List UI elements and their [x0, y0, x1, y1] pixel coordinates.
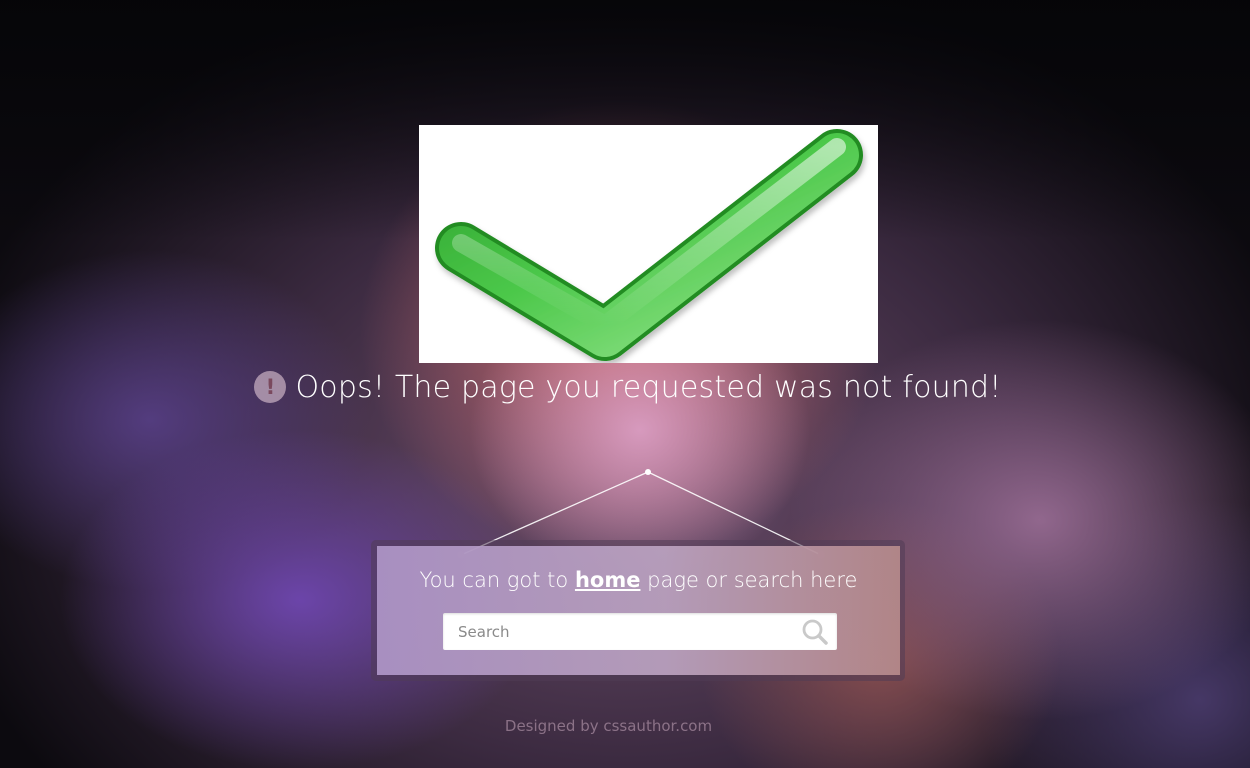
search-box	[443, 613, 837, 650]
error-message: Oops! The page you requested was not fou…	[295, 369, 1002, 405]
error-heading: ! Oops! The page you requested was not f…	[0, 364, 1250, 410]
search-input[interactable]	[443, 613, 793, 650]
footer-credit: Designed by cssauthor.com	[504, 717, 713, 735]
search-icon[interactable]	[801, 618, 829, 646]
checkmark-icon	[435, 129, 863, 361]
hero-image	[419, 125, 878, 363]
home-link[interactable]: home	[575, 568, 641, 592]
exclamation-circle-icon: !	[254, 371, 287, 403]
search-panel: You can got to home page or search here	[377, 546, 900, 675]
panel-message: You can got to home page or search here	[419, 568, 858, 592]
